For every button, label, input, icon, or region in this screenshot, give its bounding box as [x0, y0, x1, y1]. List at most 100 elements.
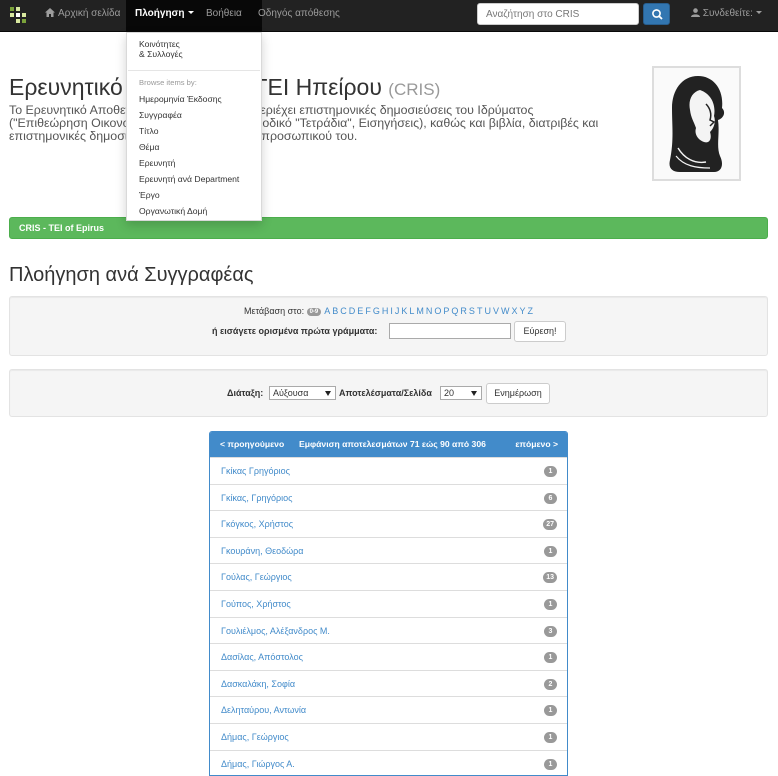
results-per-page-select[interactable]: 20: [440, 386, 482, 400]
list-item: Γκίκας, Γρηγόριος 6: [210, 483, 567, 511]
dropdown-item-orgunit[interactable]: Οργανωτική Δομή: [139, 206, 207, 216]
jump-letter-link[interactable]: F: [365, 306, 371, 316]
athena-head-logo-icon: [669, 76, 725, 172]
communities-label-line1: Κοινότητες: [139, 39, 180, 49]
jump-letter-link[interactable]: E: [357, 306, 363, 316]
hero-description: Το Ερευνητικό Αποθετήριο του ΤΕΙ Ηπείρου…: [9, 104, 598, 143]
dropdown-item-communities[interactable]: Κοινότητες & Συλλογές: [139, 39, 183, 59]
nav-guide-link[interactable]: Οδηγός απόθεσης: [258, 0, 340, 32]
hero-description-line: επιστημονικές δημοσιεύσεις του ακαδημαϊκ…: [9, 129, 358, 143]
author-link[interactable]: Γουλιέλμος, Αλέξανδρος Μ.: [221, 626, 330, 636]
item-count-badge: 27: [543, 519, 557, 531]
item-count-badge: 1: [544, 758, 557, 770]
dropdown-item-researcher[interactable]: Ερευνητή: [139, 158, 175, 168]
author-link[interactable]: Γούλας, Γεώργιος: [221, 572, 292, 582]
item-count-badge: 3: [544, 625, 557, 637]
search-icon: [652, 9, 663, 20]
jump-letter-link[interactable]: X: [511, 306, 517, 316]
jump-letter-link[interactable]: Y: [519, 306, 525, 316]
author-link[interactable]: Γκουράνη, Θεοδώρα: [221, 546, 303, 556]
jump-letter-link[interactable]: H: [382, 306, 389, 316]
enter-letters-label: ή εισάγετε ορισμένα πρώτα γράμματα:: [212, 326, 378, 336]
jump-letter-link[interactable]: D: [349, 306, 356, 316]
author-link[interactable]: Δήμας, Γιώργος Α.: [221, 759, 295, 769]
list-item: Δήμας, Γεώργιος 1: [210, 723, 567, 750]
top-navbar: Αρχική σελίδα Πλοήγηση Βοήθεια Οδηγός απ…: [0, 0, 778, 32]
jump-letter-link[interactable]: M: [416, 306, 424, 316]
sort-order-select[interactable]: Αύξουσα: [269, 386, 336, 400]
item-count-badge: 1: [544, 466, 557, 477]
jump-letter-link[interactable]: N: [426, 306, 433, 316]
find-button[interactable]: Εύρεση!: [514, 321, 566, 342]
nav-home-link[interactable]: Αρχική σελίδα: [45, 0, 120, 32]
author-link[interactable]: Δασίλας, Απόστολος: [221, 652, 303, 662]
list-item: Γκουράνη, Θεοδώρα 1: [210, 536, 567, 564]
search-input[interactable]: [477, 3, 639, 25]
jump-letter-link[interactable]: P: [443, 306, 449, 316]
jump-letter-link[interactable]: R: [460, 306, 467, 316]
jump-digits-link[interactable]: 0-9: [306, 308, 322, 316]
jump-letter-link[interactable]: S: [469, 306, 475, 316]
signin-dropdown[interactable]: Συνδεθείτε:: [691, 0, 762, 28]
dropdown-item-project[interactable]: Έργο: [139, 190, 160, 200]
item-count-badge: 1: [544, 652, 557, 664]
brand-logo-icon[interactable]: [10, 7, 26, 23]
list-item: Γουλιέλμος, Αλέξανδρος Μ. 3: [210, 616, 567, 644]
dropdown-item-researcher-dept[interactable]: Ερευνητή ανά Department: [139, 174, 239, 184]
breadcrumb-home-link[interactable]: CRIS - TEI of Epirus: [19, 223, 104, 233]
dropdown-arrow-icon: [471, 391, 477, 396]
nav-home-label: Αρχική σελίδα: [58, 8, 121, 19]
jump-letters-row: Μετάβαση στο: 0-9 A B C D E F G H I J K L M N O P Q R S T U V W…: [0, 306, 778, 316]
jump-letter-link[interactable]: Z: [527, 306, 533, 316]
author-link[interactable]: Γκίκας Γρηγόριος: [221, 466, 290, 476]
author-link[interactable]: Γκόγκος, Χρήστος: [221, 519, 293, 529]
sort-order-label: Διάταξη:: [227, 388, 264, 398]
results-panel: < προηγούμενο Εμφάνιση αποτελεσμάτων 71 …: [209, 431, 568, 776]
author-link[interactable]: Γκίκας, Γρηγόριος: [221, 493, 292, 503]
item-count-badge: 1: [544, 732, 557, 743]
jump-letter-link[interactable]: Q: [451, 306, 458, 316]
results-per-page-value: 20: [444, 388, 455, 398]
author-link[interactable]: Γούπος, Χρήστος: [221, 599, 291, 609]
search-button[interactable]: [643, 3, 670, 25]
results-per-page-label: Αποτελέσματα/Σελίδα: [339, 388, 432, 398]
item-count-badge: 6: [544, 492, 557, 504]
jump-letter-link[interactable]: V: [493, 306, 499, 316]
nav-guide-label: Οδηγός απόθεσης: [258, 8, 340, 19]
user-icon: [691, 8, 703, 19]
jump-letter-link[interactable]: B: [332, 306, 338, 316]
jump-letter-link[interactable]: W: [501, 306, 510, 316]
dropdown-item-title[interactable]: Τίτλο: [139, 126, 159, 136]
dropdown-arrow-icon: [325, 391, 331, 396]
communities-label-line2: & Συλλογές: [139, 49, 183, 59]
nav-help-link[interactable]: Βοήθεια: [206, 0, 242, 32]
previous-page-link[interactable]: < προηγούμενο: [220, 439, 284, 449]
jump-letter-link[interactable]: U: [484, 306, 491, 316]
caret-down-icon: [187, 11, 194, 14]
dropdown-item-date[interactable]: Ημερομηνία Έκδοσης: [139, 94, 222, 104]
author-link[interactable]: Δήμας, Γεώργιος: [221, 732, 289, 742]
item-count-badge: 2: [544, 678, 557, 690]
jump-letter-link[interactable]: I: [390, 306, 393, 316]
results-panel-header: < προηγούμενο Εμφάνιση αποτελεσμάτων 71 …: [210, 432, 567, 457]
next-page-link[interactable]: επόμενο >: [515, 439, 558, 449]
jump-letter-link[interactable]: A: [324, 306, 330, 316]
jump-letter-link[interactable]: K: [401, 306, 407, 316]
update-button[interactable]: Ενημέρωση: [486, 383, 550, 404]
list-item: Γκόγκος, Χρήστος 27: [210, 510, 567, 537]
author-link[interactable]: Δεληταύρου, Αντωνία: [221, 705, 306, 715]
jump-letter-link[interactable]: G: [373, 306, 380, 316]
browse-dropdown-menu: Κοινότητες & Συλλογές Browse items by: Η…: [126, 32, 262, 221]
signin-label: Συνδεθείτε:: [702, 8, 753, 19]
author-link[interactable]: Δασκαλάκη, Σοφία: [221, 679, 295, 689]
starts-with-input[interactable]: [389, 323, 511, 339]
caret-down-icon: [755, 11, 762, 14]
dropdown-item-subject[interactable]: Θέμα: [139, 142, 159, 152]
jump-letter-link[interactable]: J: [395, 306, 400, 316]
jump-letter-link[interactable]: T: [477, 306, 483, 316]
jump-letter-link[interactable]: L: [409, 306, 414, 316]
jump-letter-link[interactable]: O: [434, 306, 441, 316]
dropdown-item-author[interactable]: Συγγραφέα: [139, 110, 182, 120]
jump-letter-link[interactable]: C: [340, 306, 347, 316]
list-item: Δασκαλάκη, Σοφία 2: [210, 669, 567, 697]
